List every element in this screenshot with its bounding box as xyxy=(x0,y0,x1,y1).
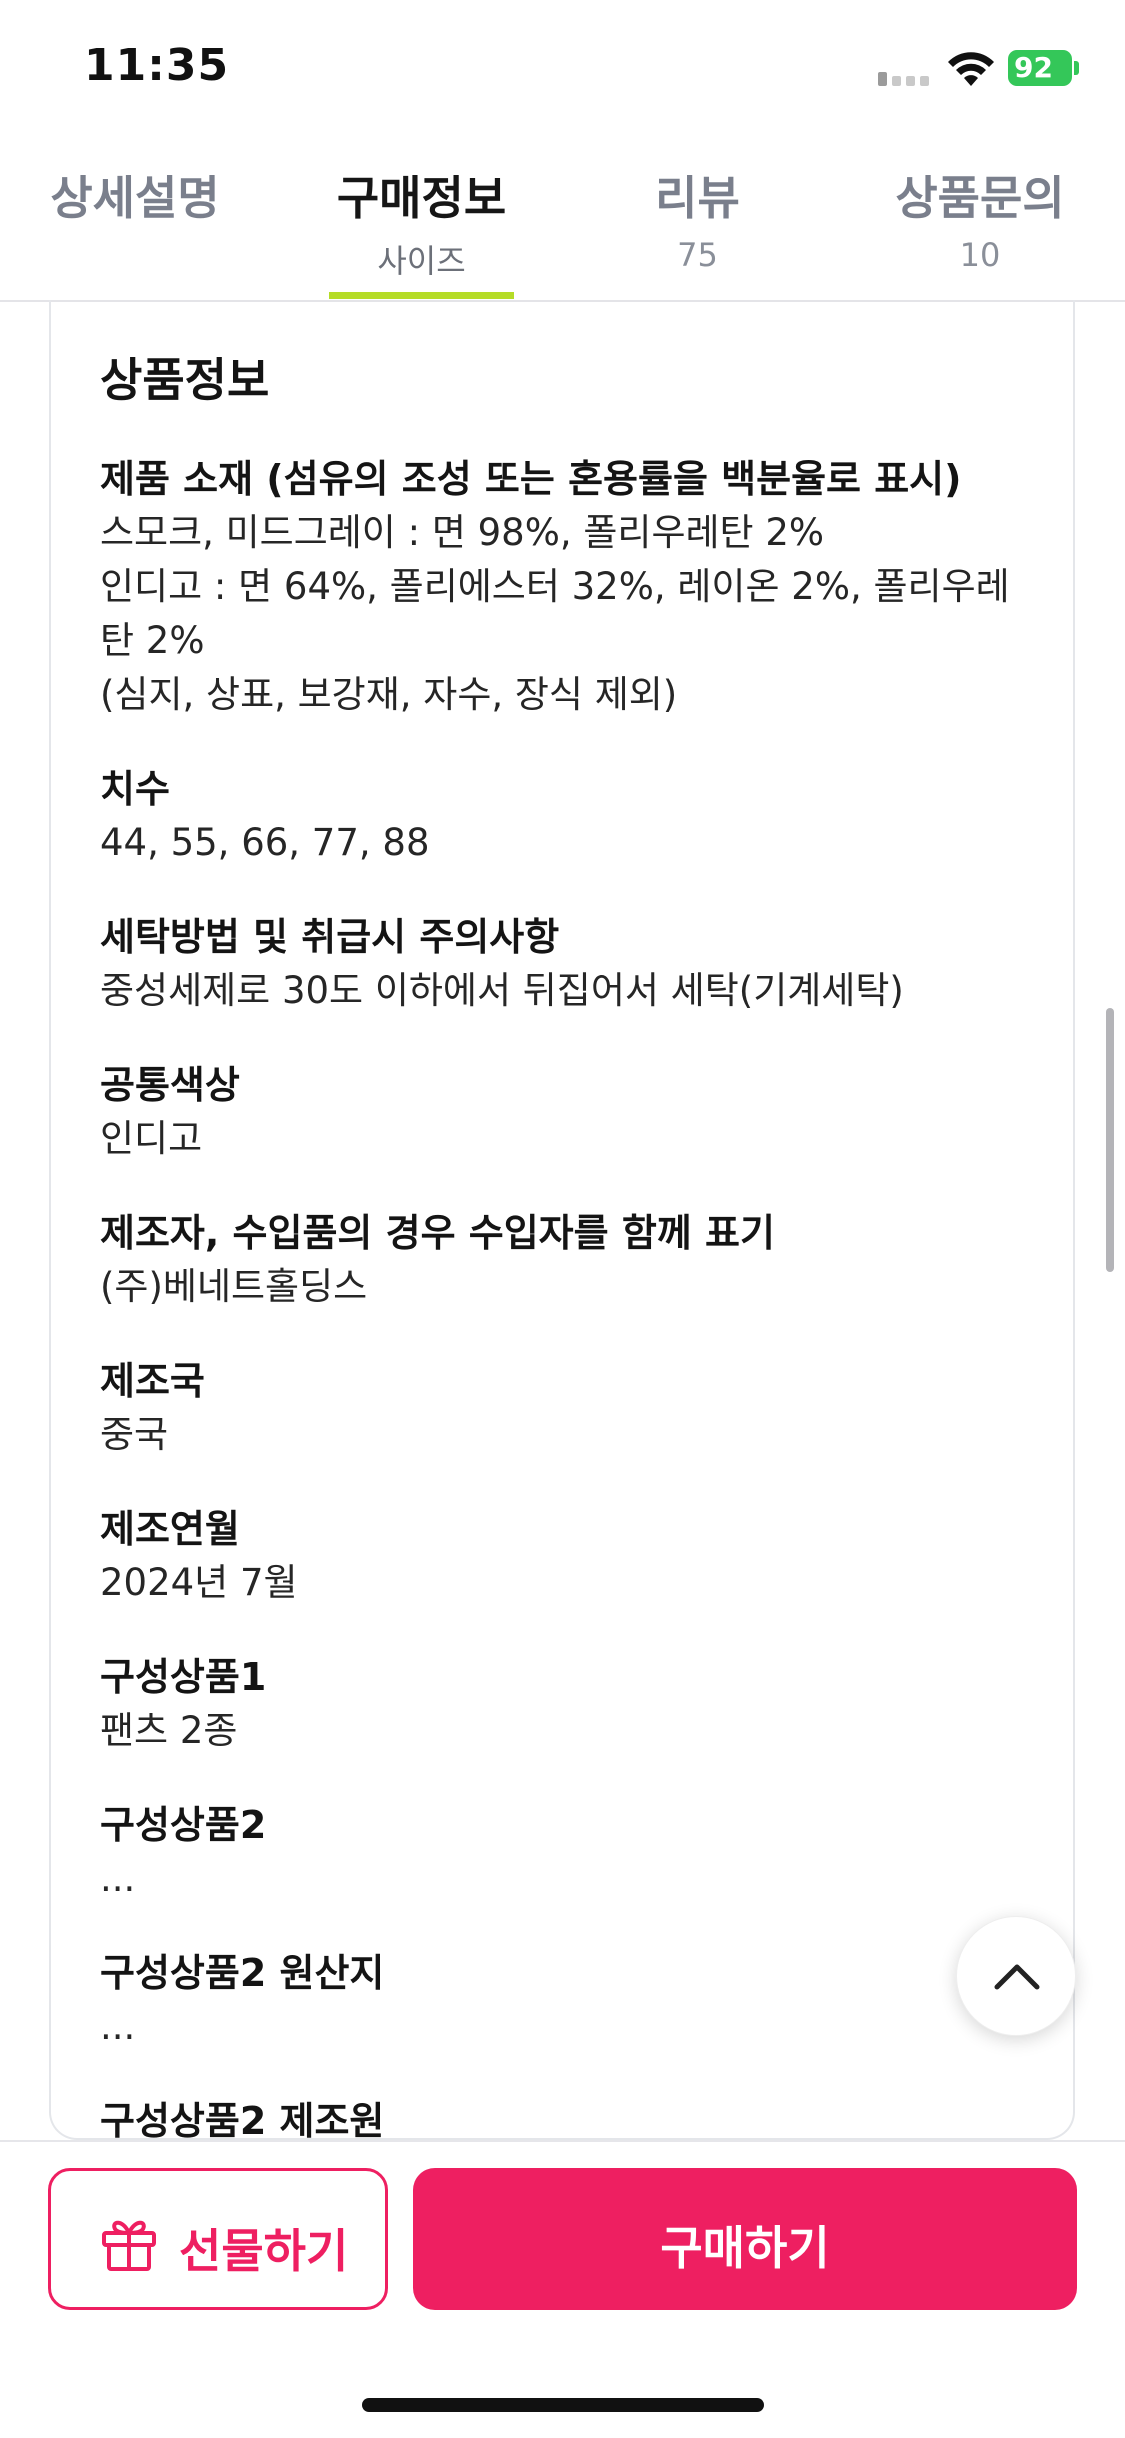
cellular-signal-icon xyxy=(878,68,934,86)
info-label: 구성상품2 원산지 xyxy=(100,1951,385,1995)
info-label: 세탁방법 및 취급시 주의사항 xyxy=(100,915,560,959)
info-item-size: 치수 44, 55, 66, 77, 88 xyxy=(100,762,1040,870)
info-item-care: 세탁방법 및 취급시 주의사항 중성세제로 30도 이하에서 뒤집어서 세탁(기… xyxy=(100,910,1040,1018)
info-value: 인디고 xyxy=(100,1117,203,1160)
info-label: 제조국 xyxy=(100,1359,205,1403)
info-value: (주)베네트홀딩스 xyxy=(100,1265,368,1308)
home-indicator xyxy=(362,2398,764,2412)
info-value: 스모크, 미드그레이 : 면 98%, 폴리우레탄 2% 인디고 : 면 64%… xyxy=(100,511,1010,716)
info-label: 제조연월 xyxy=(100,1507,240,1551)
info-item-component-2-origin: 구성상품2 원산지 ... xyxy=(100,1946,1040,2054)
info-value: ... xyxy=(100,2005,136,2048)
tab-reviews[interactable]: 리뷰 75 xyxy=(620,150,775,300)
tab-label: 상세설명 xyxy=(50,171,220,225)
scrollbar[interactable] xyxy=(1106,1008,1114,1272)
info-item-component-1: 구성상품1 팬츠 2종 xyxy=(100,1650,1040,1758)
tab-label: 구매정보 xyxy=(336,171,507,225)
info-value: ... xyxy=(100,1857,136,1900)
product-info-card: 상품정보 제품 소재 (섬유의 조성 또는 혼용률을 백분율로 표시) 스모크,… xyxy=(49,300,1075,2140)
info-value: 2024년 7월 xyxy=(100,1561,298,1604)
scroll-to-top-button[interactable] xyxy=(956,1916,1076,2036)
info-item-component-2-maker: 구성상품2 제조원 xyxy=(100,2094,1040,2140)
info-item-manufacturer: 제조자, 수입품의 경우 수입자를 함께 표기 (주)베네트홀딩스 xyxy=(100,1206,1040,1314)
battery-icon: 92 xyxy=(1008,50,1072,86)
tab-purchase-info[interactable]: 구매정보 사이즈 xyxy=(319,150,524,300)
tab-detail[interactable]: 상세설명 xyxy=(40,150,230,300)
info-item-color: 공통색상 인디고 xyxy=(100,1058,1040,1166)
info-item-component-2: 구성상품2 ... xyxy=(100,1798,1040,1906)
gift-button-label: 선물하기 xyxy=(179,2224,349,2278)
section-title: 상품정보 xyxy=(100,353,270,407)
bottom-action-bar: 선물하기 구매하기 xyxy=(0,2140,1125,2438)
chevron-up-icon xyxy=(994,1964,1040,1990)
review-count: 75 xyxy=(677,236,718,274)
battery-tip xyxy=(1074,61,1079,75)
info-value: 44, 55, 66, 77, 88 xyxy=(100,821,430,864)
inquiry-count: 10 xyxy=(959,236,1001,274)
info-item-material: 제품 소재 (섬유의 조성 또는 혼용률을 백분율로 표시) 스모크, 미드그레… xyxy=(100,452,1040,722)
info-label: 제조자, 수입품의 경우 수입자를 함께 표기 xyxy=(100,1211,775,1255)
info-label: 치수 xyxy=(100,767,170,811)
tab-label: 리뷰 xyxy=(655,171,740,225)
buy-button[interactable]: 구매하기 xyxy=(413,2168,1077,2310)
status-time: 11:35 xyxy=(84,40,230,91)
active-tab-indicator xyxy=(329,292,514,299)
battery-level: 92 xyxy=(1014,51,1053,84)
info-item-date: 제조연월 2024년 7월 xyxy=(100,1502,1040,1610)
info-label: 구성상품2 xyxy=(100,1803,267,1847)
info-label: 공통색상 xyxy=(100,1063,240,1107)
tab-inquiries[interactable]: 상품문의 10 xyxy=(880,150,1080,300)
info-label: 구성상품2 제조원 xyxy=(100,2099,385,2140)
gift-button[interactable]: 선물하기 xyxy=(48,2168,388,2310)
status-bar: 11:35 92 xyxy=(0,0,1125,140)
gift-icon xyxy=(102,2220,156,2271)
info-label: 구성상품1 xyxy=(100,1655,267,1699)
tab-label: 상품문의 xyxy=(895,171,1065,225)
buy-button-label: 구매하기 xyxy=(660,2221,830,2275)
info-value: 팬츠 2종 xyxy=(100,1709,238,1752)
wifi-icon xyxy=(948,52,994,86)
info-value: 중국 xyxy=(100,1413,169,1456)
tab-bar: 상세설명 구매정보 사이즈 리뷰 75 상품문의 10 xyxy=(0,150,1125,302)
info-item-country: 제조국 중국 xyxy=(100,1354,1040,1462)
info-value: 중성세제로 30도 이하에서 뒤집어서 세탁(기계세탁) xyxy=(100,969,904,1012)
tab-sublabel: 사이즈 xyxy=(377,242,466,280)
info-label: 제품 소재 (섬유의 조성 또는 혼용률을 백분율로 표시) xyxy=(100,457,962,501)
